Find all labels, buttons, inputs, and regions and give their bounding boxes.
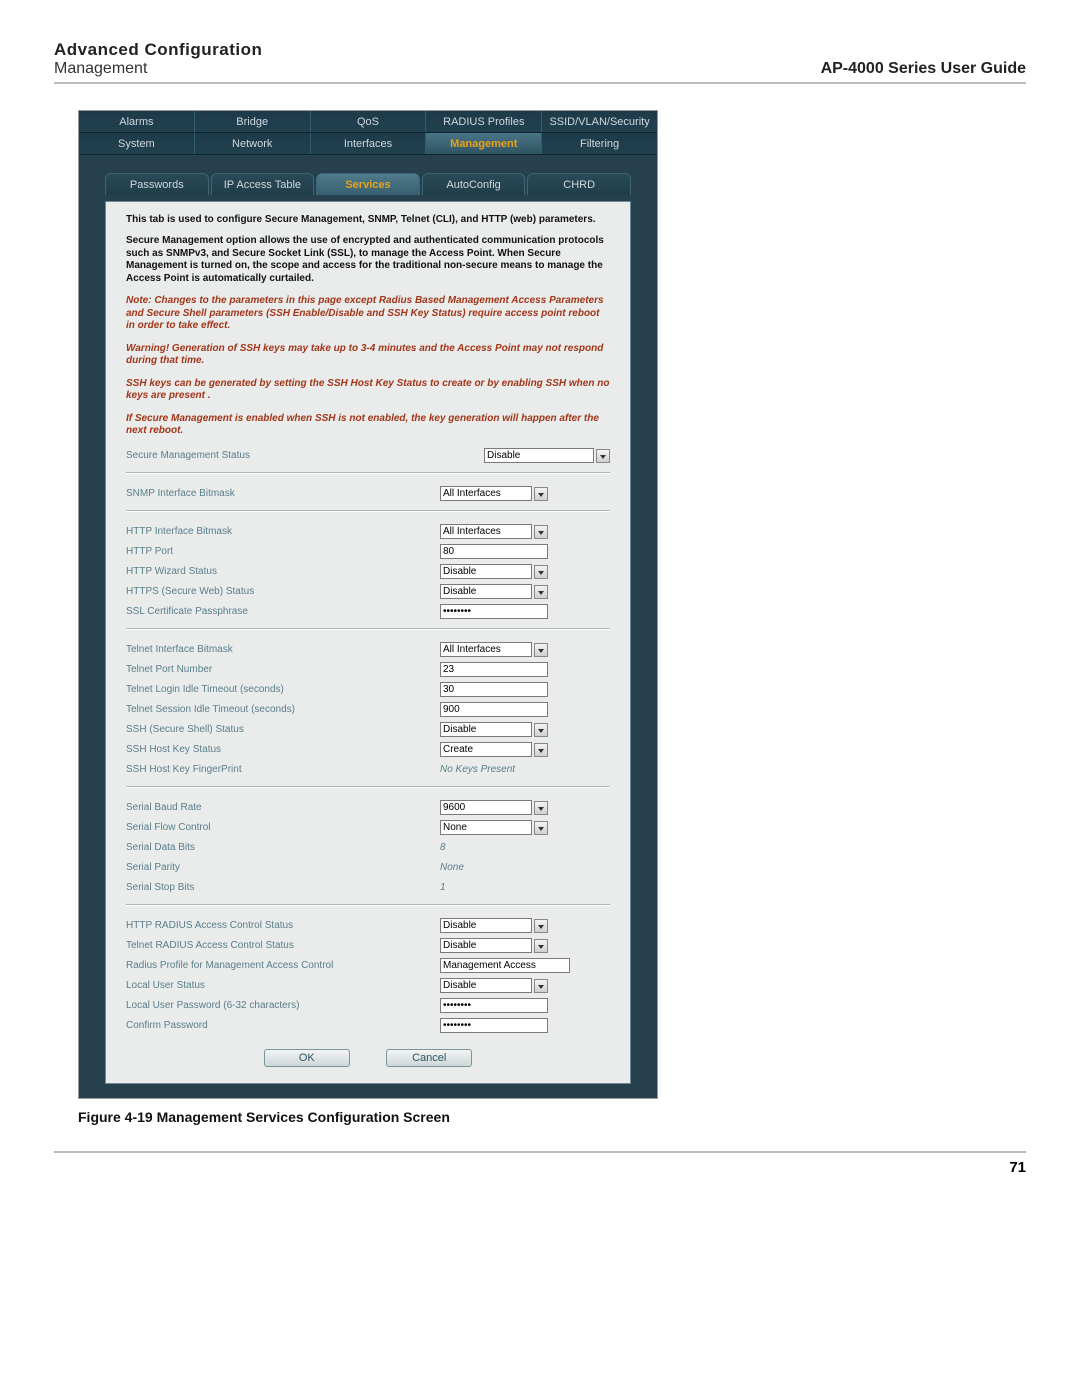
page-section-subtitle: Management <box>54 60 262 78</box>
chevron-down-icon[interactable] <box>534 939 548 953</box>
serial-stop-bits-value: 1 <box>440 882 446 893</box>
sub-tabs: Passwords IP Access Table Services AutoC… <box>105 173 631 195</box>
local-user-status-label: Local User Status <box>126 980 440 991</box>
chevron-down-icon[interactable] <box>534 821 548 835</box>
telnet-port-label: Telnet Port Number <box>126 664 440 675</box>
page-section-title: Advanced Configuration <box>54 40 262 60</box>
chevron-down-icon[interactable] <box>534 723 548 737</box>
note-ssh-key-gen: SSH keys can be generated by setting the… <box>126 378 610 403</box>
telnet-login-timeout-input[interactable] <box>440 682 548 697</box>
tab-radius-profiles[interactable]: RADIUS Profiles <box>426 111 542 132</box>
telnet-session-timeout-input[interactable] <box>440 702 548 717</box>
tab-system[interactable]: System <box>79 133 195 154</box>
ssl-passphrase-input[interactable] <box>440 604 548 619</box>
chevron-down-icon[interactable] <box>534 487 548 501</box>
subtab-chrd[interactable]: CHRD <box>527 173 631 195</box>
local-user-status-select[interactable] <box>440 978 532 993</box>
secure-mgmt-description: Secure Management option allows the use … <box>126 235 610 285</box>
http-radius-label: HTTP RADIUS Access Control Status <box>126 920 440 931</box>
page-number: 71 <box>54 1159 1026 1176</box>
serial-data-bits-label: Serial Data Bits <box>126 842 440 853</box>
tab-network[interactable]: Network <box>195 133 311 154</box>
serial-baud-select[interactable] <box>440 800 532 815</box>
http-port-input[interactable] <box>440 544 548 559</box>
tab-bridge[interactable]: Bridge <box>195 111 311 132</box>
chevron-down-icon[interactable] <box>534 743 548 757</box>
serial-stop-bits-label: Serial Stop Bits <box>126 882 440 893</box>
http-radius-select[interactable] <box>440 918 532 933</box>
ssh-status-label: SSH (Secure Shell) Status <box>126 724 440 735</box>
tab-filtering[interactable]: Filtering <box>542 133 657 154</box>
primary-tabs: Alarms Bridge QoS RADIUS Profiles SSID/V… <box>79 111 657 133</box>
serial-data-bits-value: 8 <box>440 842 446 853</box>
tab-alarms[interactable]: Alarms <box>79 111 195 132</box>
confirm-password-input[interactable] <box>440 1018 548 1033</box>
http-bitmask-select[interactable] <box>440 524 532 539</box>
https-status-select[interactable] <box>440 584 532 599</box>
ok-button[interactable]: OK <box>264 1049 350 1067</box>
radius-profile-label: Radius Profile for Management Access Con… <box>126 960 440 971</box>
snmp-bitmask-select[interactable] <box>440 486 532 501</box>
local-user-password-input[interactable] <box>440 998 548 1013</box>
ssh-host-key-status-select[interactable] <box>440 742 532 757</box>
tab-qos[interactable]: QoS <box>311 111 427 132</box>
chevron-down-icon[interactable] <box>534 919 548 933</box>
doc-guide-title: AP-4000 Series User Guide <box>821 60 1026 78</box>
http-wizard-select[interactable] <box>440 564 532 579</box>
secondary-tabs: System Network Interfaces Management Fil… <box>79 133 657 155</box>
confirm-password-label: Confirm Password <box>126 1020 440 1031</box>
ssh-fingerprint-value: No Keys Present <box>440 764 515 775</box>
figure-caption: Figure 4-19 Management Services Configur… <box>78 1109 1026 1125</box>
telnet-bitmask-label: Telnet Interface Bitmask <box>126 644 440 655</box>
local-user-password-label: Local User Password (6-32 characters) <box>126 1000 440 1011</box>
telnet-login-timeout-label: Telnet Login Idle Timeout (seconds) <box>126 684 440 695</box>
http-bitmask-label: HTTP Interface Bitmask <box>126 526 440 537</box>
note-secure-mgmt-ssh: If Secure Management is enabled when SSH… <box>126 413 610 438</box>
ssh-fingerprint-label: SSH Host Key FingerPrint <box>126 764 440 775</box>
http-port-label: HTTP Port <box>126 546 440 557</box>
serial-parity-label: Serial Parity <box>126 862 440 873</box>
tab-management[interactable]: Management <box>426 133 542 154</box>
chevron-down-icon[interactable] <box>534 979 548 993</box>
telnet-radius-label: Telnet RADIUS Access Control Status <box>126 940 440 951</box>
chevron-down-icon[interactable] <box>534 565 548 579</box>
serial-flow-select[interactable] <box>440 820 532 835</box>
screenshot-panel: Alarms Bridge QoS RADIUS Profiles SSID/V… <box>78 110 658 1099</box>
serial-baud-label: Serial Baud Rate <box>126 802 440 813</box>
tab-ssid-vlan-security[interactable]: SSID/VLAN/Security <box>542 111 657 132</box>
subtab-services[interactable]: Services <box>316 173 420 195</box>
https-status-label: HTTPS (Secure Web) Status <box>126 586 440 597</box>
chevron-down-icon[interactable] <box>534 643 548 657</box>
radius-profile-input[interactable] <box>440 958 570 973</box>
subtab-passwords[interactable]: Passwords <box>105 173 209 195</box>
serial-parity-value: None <box>440 862 464 873</box>
ssl-passphrase-label: SSL Certificate Passphrase <box>126 606 440 617</box>
telnet-bitmask-select[interactable] <box>440 642 532 657</box>
subtab-autoconfig[interactable]: AutoConfig <box>422 173 526 195</box>
subtab-ip-access-table[interactable]: IP Access Table <box>211 173 315 195</box>
chevron-down-icon[interactable] <box>596 449 610 463</box>
intro-text: This tab is used to configure Secure Man… <box>126 214 610 225</box>
warning-ssh-keys: Warning! Generation of SSH keys may take… <box>126 343 610 368</box>
secure-mgmt-status-select[interactable] <box>484 448 594 463</box>
chevron-down-icon[interactable] <box>534 525 548 539</box>
footer-rule <box>54 1151 1026 1153</box>
note-reboot: Note: Changes to the parameters in this … <box>126 295 610 333</box>
chevron-down-icon[interactable] <box>534 585 548 599</box>
ssh-host-key-status-label: SSH Host Key Status <box>126 744 440 755</box>
telnet-session-timeout-label: Telnet Session Idle Timeout (seconds) <box>126 704 440 715</box>
chevron-down-icon[interactable] <box>534 801 548 815</box>
telnet-radius-select[interactable] <box>440 938 532 953</box>
telnet-port-input[interactable] <box>440 662 548 677</box>
cancel-button[interactable]: Cancel <box>386 1049 472 1067</box>
tab-interfaces[interactable]: Interfaces <box>311 133 427 154</box>
services-panel: This tab is used to configure Secure Man… <box>105 201 631 1084</box>
serial-flow-label: Serial Flow Control <box>126 822 440 833</box>
ssh-status-select[interactable] <box>440 722 532 737</box>
snmp-bitmask-label: SNMP Interface Bitmask <box>126 488 440 499</box>
http-wizard-label: HTTP Wizard Status <box>126 566 440 577</box>
header-rule <box>54 82 1026 84</box>
